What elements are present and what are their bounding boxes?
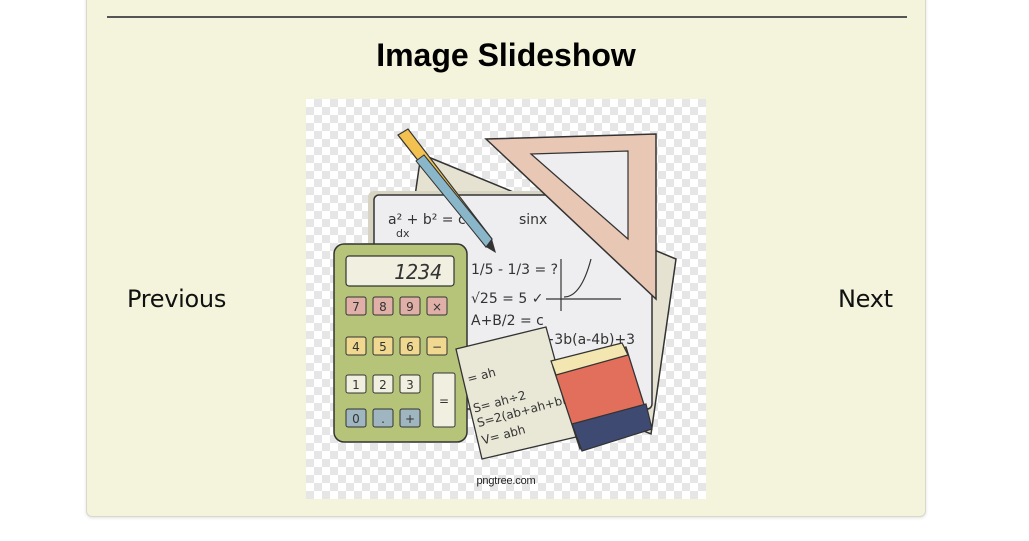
watermark-text: pngtree.com <box>476 475 536 487</box>
formula-1: a² + b² = c <box>388 212 466 228</box>
formula-4: √25 = 5 ✓ <box>471 291 543 307</box>
svg-text:6: 6 <box>406 340 414 354</box>
previous-button[interactable]: Previous <box>127 285 226 313</box>
svg-text:3: 3 <box>406 378 414 392</box>
slide-image: a² + b² = c dx 1/5 - 1/3 = ? √25 = 5 ✓ A… <box>306 99 706 499</box>
svg-text:−: − <box>432 340 442 354</box>
svg-text:0: 0 <box>352 412 360 426</box>
svg-text:+: + <box>405 412 415 426</box>
svg-text:1: 1 <box>352 378 360 392</box>
calculator-display-text: 1234 <box>394 260 442 284</box>
formula-5: A+B/2 = c <box>471 313 544 329</box>
math-tools-illustration: a² + b² = c dx 1/5 - 1/3 = ? √25 = 5 ✓ A… <box>333 128 677 460</box>
svg-text:8: 8 <box>379 300 387 314</box>
svg-text:4: 4 <box>352 340 360 354</box>
formula-7: sinx <box>519 212 547 228</box>
svg-text:.: . <box>381 412 385 426</box>
svg-text:=: = <box>439 394 449 408</box>
page-title: Image Slideshow <box>376 37 636 73</box>
svg-text:5: 5 <box>379 340 387 354</box>
next-button[interactable]: Next <box>838 285 893 313</box>
svg-text:7: 7 <box>352 300 360 314</box>
formula-3: 1/5 - 1/3 = ? <box>471 262 558 278</box>
svg-text:9: 9 <box>406 300 414 314</box>
svg-text:2: 2 <box>379 378 387 392</box>
svg-text:×: × <box>432 300 442 314</box>
slideshow-card: Image Slideshow Previous Next a² + b² = … <box>86 0 926 517</box>
divider <box>107 16 907 18</box>
formula-2: dx <box>396 227 410 240</box>
